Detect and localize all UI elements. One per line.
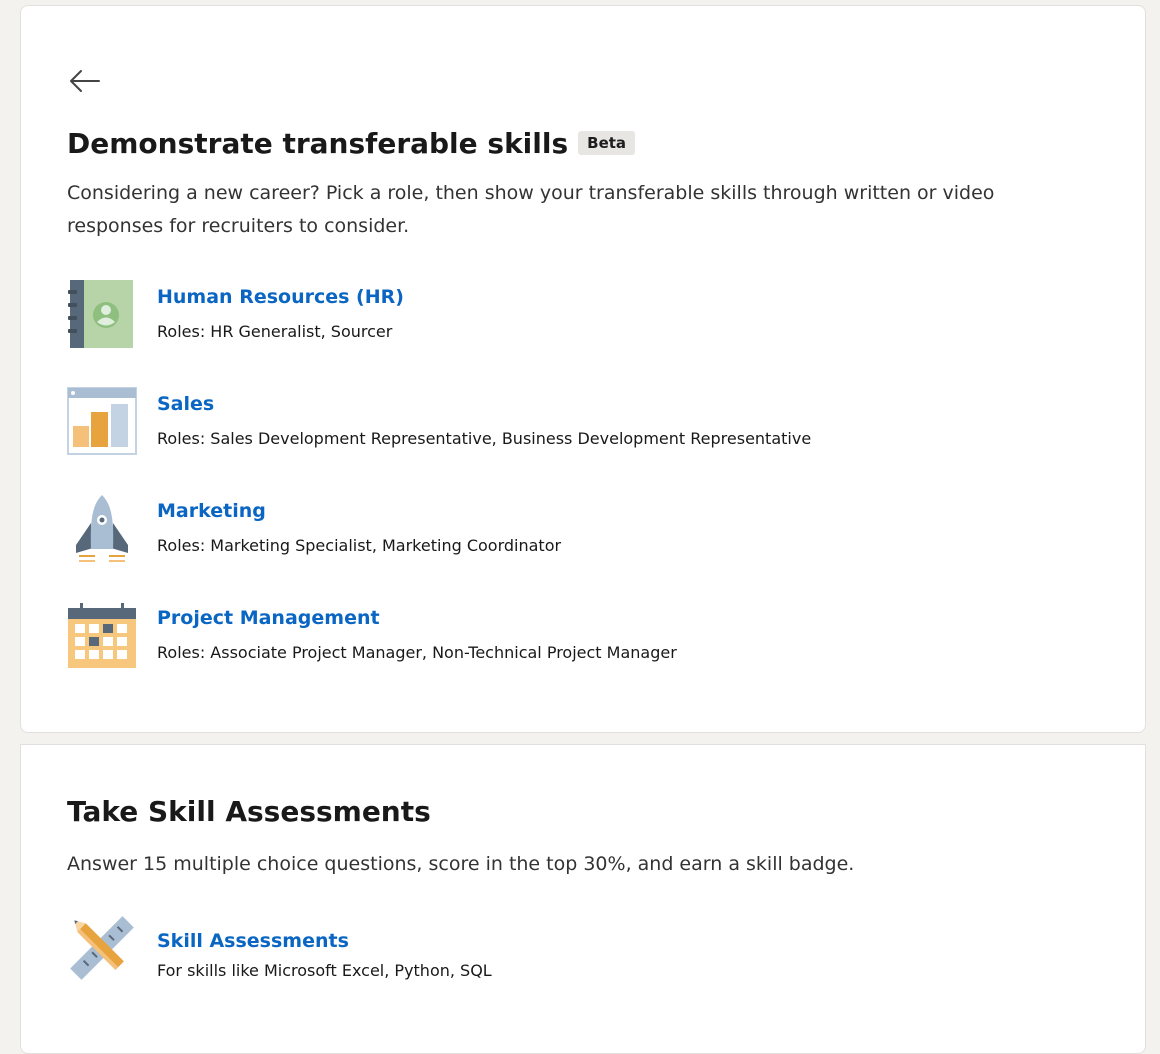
section-title: Demonstrate transferable skills Beta xyxy=(67,127,636,160)
role-item-project-management[interactable]: Project Management Roles: Associate Proj… xyxy=(67,600,1067,670)
arrow-left-icon xyxy=(70,70,100,92)
back-button[interactable] xyxy=(67,66,101,96)
skill-assessments-title[interactable]: Skill Assessments xyxy=(157,930,349,952)
pencil-ruler-icon xyxy=(67,913,137,983)
role-subtitle: Roles: Associate Project Manager, Non-Te… xyxy=(157,643,677,662)
role-title[interactable]: Marketing xyxy=(157,500,266,522)
skill-assessments-card: Take Skill Assessments Answer 15 multipl… xyxy=(20,744,1146,1054)
section-description: Considering a new career? Pick a role, t… xyxy=(67,182,995,237)
rocket-icon xyxy=(67,493,137,563)
role-item-sales[interactable]: Sales Roles: Sales Development Represent… xyxy=(67,386,1067,456)
role-title[interactable]: Project Management xyxy=(157,607,380,629)
skill-assessments-item[interactable]: Skill Assessments For skills like Micros… xyxy=(67,913,1067,983)
role-subtitle: Roles: Marketing Specialist, Marketing C… xyxy=(157,536,562,555)
role-title[interactable]: Human Resources (HR) xyxy=(157,286,404,308)
role-item-marketing[interactable]: Marketing Roles: Marketing Specialist, M… xyxy=(67,493,1067,563)
transferable-skills-card: Demonstrate transferable skills Beta Cons… xyxy=(20,5,1146,733)
role-item-hr[interactable]: Human Resources (HR) Roles: HR Generalis… xyxy=(67,279,1067,349)
role-subtitle: Roles: Sales Development Representative,… xyxy=(157,429,812,448)
contact-book-icon xyxy=(67,279,137,349)
role-title[interactable]: Sales xyxy=(157,393,214,415)
role-subtitle: Roles: HR Generalist, Sourcer xyxy=(157,322,393,341)
skill-assessments-subtitle: For skills like Microsoft Excel, Python,… xyxy=(157,961,492,980)
beta-badge: Beta xyxy=(578,131,636,155)
section-title: Take Skill Assessments xyxy=(67,795,431,828)
bar-chart-icon xyxy=(67,386,137,456)
section-title-text: Demonstrate transferable skills xyxy=(67,127,569,160)
section-description: Answer 15 multiple choice questions, sco… xyxy=(67,853,855,875)
calendar-icon xyxy=(67,600,137,670)
